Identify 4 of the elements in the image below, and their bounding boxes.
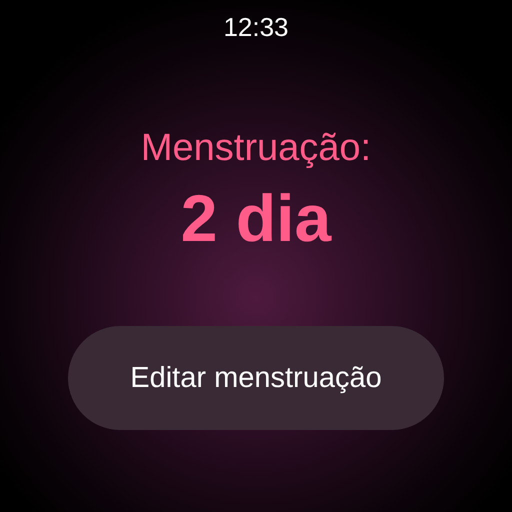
period-label: Menstruação: [140, 126, 372, 170]
period-day-value: 2 dia [180, 180, 332, 256]
edit-period-button[interactable]: Editar menstruação [68, 326, 444, 430]
status-time: 12:33 [223, 12, 289, 42]
